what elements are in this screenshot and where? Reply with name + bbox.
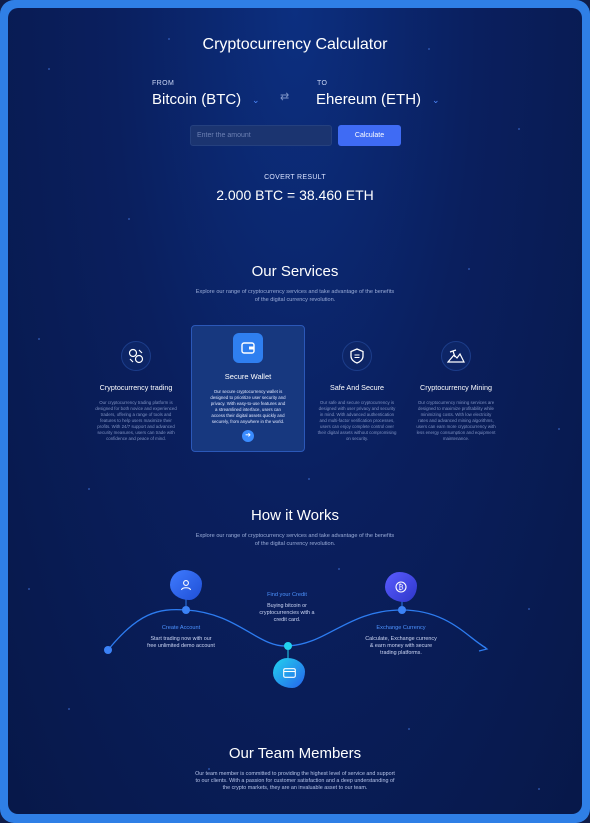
service-title: Safe And Secure [330, 383, 384, 392]
path-node [284, 642, 292, 650]
result-label: COVERT RESULT [264, 174, 326, 181]
service-title: Secure Wallet [224, 372, 272, 381]
to-currency-select[interactable]: Ehereum (ETH) [316, 91, 421, 108]
credit-card-icon [273, 658, 305, 688]
to-label: TO [317, 80, 328, 87]
from-label: FROM [152, 80, 175, 87]
team-description: Our team member is committed to providin… [195, 771, 395, 791]
page: Cryptocurrency Calculator FROM Bitcoin (… [8, 8, 582, 814]
service-card-secure-wallet[interactable]: Secure Wallet Our secure cryptocurrency … [191, 325, 305, 452]
result-value: 2.000 BTC = 38.460 ETH [216, 187, 374, 203]
path-node [104, 646, 112, 654]
svg-text:₿: ₿ [398, 584, 403, 592]
step-find-credit: Find your Credit Buying bitcoin or crypto… [259, 592, 315, 623]
swap-icon[interactable]: ⇄ [280, 90, 289, 103]
exchange-coins-icon [121, 341, 151, 371]
bitcoin-icon: ₿ [385, 572, 417, 602]
calculate-button[interactable]: Calculate [338, 125, 401, 146]
service-mining: Cryptocurrency Mining Our cryptocurrency… [406, 341, 506, 442]
user-icon [170, 570, 202, 600]
how-subtitle: Explore our range of cryptocurrency serv… [195, 533, 395, 547]
service-title: Cryptocurrency trading [99, 383, 173, 392]
service-description: Our cryptocurrency mining services are de… [416, 400, 496, 441]
services-title: Our Services [251, 263, 339, 280]
arrow-right-icon[interactable]: ➜ [242, 430, 254, 442]
services-subtitle: Explore our range of cryptocurrency serv… [195, 289, 395, 303]
path-node [182, 606, 190, 614]
service-trading: Cryptocurrency trading Our cryptocurrenc… [86, 341, 186, 442]
from-currency-select[interactable]: Bitcoin (BTC) [152, 91, 241, 108]
step-exchange-currency: Exchange Currency Calculate, Exchange cu… [365, 625, 437, 656]
service-description: Our safe and secure cryptocurrency is des… [317, 400, 397, 441]
team-title: Our Team Members [228, 745, 362, 762]
calculator-title: Cryptocurrency Calculator [202, 36, 388, 53]
service-description: Our cryptocurrency trading platform is de… [95, 400, 177, 441]
wallet-icon [233, 333, 263, 363]
service-title: Cryptocurrency Mining [420, 383, 492, 392]
service-description: Our secure cryptocurrency wallet is desig… [210, 389, 286, 424]
path-node [398, 606, 406, 614]
amount-input[interactable] [190, 125, 332, 146]
chevron-down-icon[interactable]: ⌄ [432, 95, 440, 106]
chevron-down-icon[interactable]: ⌄ [252, 95, 260, 106]
shield-icon [342, 341, 372, 371]
step-create-account: Create Account Start trading now with ou… [147, 625, 215, 649]
service-safe-secure: Safe And Secure Our safe and secure cryp… [307, 341, 407, 442]
how-title: How it Works [250, 507, 340, 524]
mining-icon [441, 341, 471, 371]
